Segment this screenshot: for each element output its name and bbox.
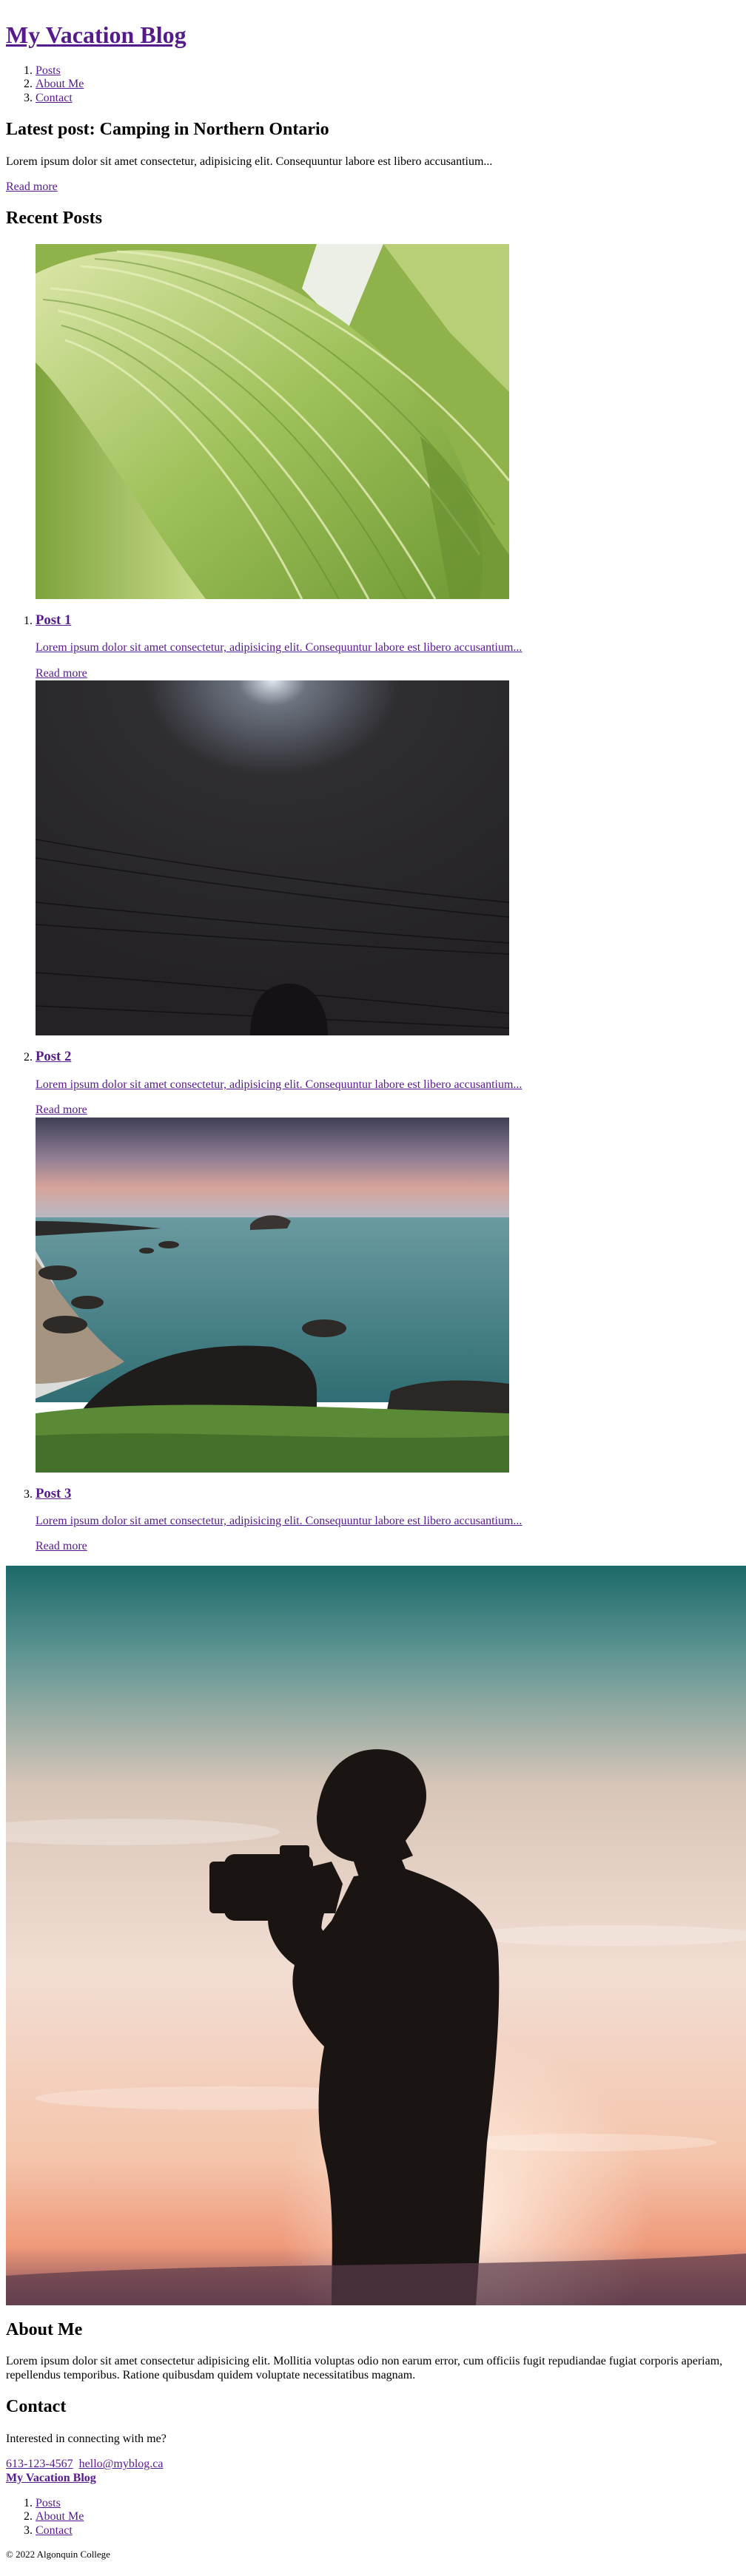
phone-link[interactable]: 613-123-4567 — [6, 2458, 73, 2470]
post-1-excerpt-link[interactable]: Lorem ipsum dolor sit amet consectetur, … — [36, 641, 522, 654]
recent-posts: Recent Posts 1. Post 1 Lorem ipsum dolor… — [6, 209, 740, 1553]
featured-read-more-link[interactable]: Read more — [6, 180, 58, 193]
post-title: Post 3 — [36, 1486, 740, 1502]
footer-nav: Posts About Me Contact — [6, 2497, 740, 2538]
email-link[interactable]: hello@myblog.ca — [79, 2458, 164, 2470]
post-3-image-link[interactable] — [36, 1117, 509, 1473]
post-excerpt: Lorem ipsum dolor sit amet consectetur, … — [36, 1078, 740, 1092]
leaf-photo — [36, 243, 509, 599]
contact-heading: Contact — [6, 2397, 67, 2417]
footer-nav-link-about[interactable]: About Me — [36, 2510, 84, 2523]
post-title: Post 1 — [36, 612, 740, 629]
post-excerpt: Lorem ipsum dolor sit amet consectetur, … — [36, 1515, 740, 1528]
nav-link-contact[interactable]: Contact — [36, 92, 73, 104]
post-2-excerpt-link[interactable]: Lorem ipsum dolor sit amet consectetur, … — [36, 1078, 522, 1091]
post-item: Post 2 Lorem ipsum dolor sit amet consec… — [36, 680, 740, 1117]
contact-prompt: Interested in connecting with me? — [6, 2432, 167, 2445]
footer-nav-item-about: About Me — [36, 2510, 740, 2523]
nav-item-about: About Me — [36, 78, 740, 91]
footer-nav-link-posts[interactable]: Posts — [36, 2497, 61, 2509]
site-header: My Vacation Blog Posts About Me Contact — [6, 21, 740, 105]
footer-nav-item-contact: Contact — [36, 2524, 740, 2538]
post-1-image-link[interactable] — [36, 243, 509, 599]
night-sky-photo — [36, 680, 509, 1036]
footer-site-title-link[interactable]: My Vacation Blog — [6, 2472, 96, 2484]
post-title: Post 2 — [36, 1049, 740, 1065]
site-title: My Vacation Blog — [6, 21, 740, 49]
photographer-silhouette-image — [6, 1565, 746, 2305]
post-1-title-link[interactable]: Post 1 — [36, 612, 71, 628]
about-heading: About Me — [6, 2319, 83, 2339]
post-1-read-more-link[interactable]: Read more — [36, 667, 87, 680]
post-item: Post 1 Lorem ipsum dolor sit amet consec… — [36, 243, 740, 680]
copyright-text: © 2022 Algonquin College — [6, 2549, 110, 2560]
post-3-title-link[interactable]: Post 3 — [36, 1486, 71, 1501]
nav-item-posts: Posts — [36, 64, 740, 78]
nav-link-about[interactable]: About Me — [36, 78, 84, 90]
nav-link-posts[interactable]: Posts — [36, 64, 61, 77]
post-2-title-link[interactable]: Post 2 — [36, 1049, 71, 1064]
post-2-image-link[interactable] — [36, 680, 509, 1036]
contact-section: Contact Interested in connecting with me… — [6, 2397, 740, 2471]
photographer-silhouette-photo — [6, 1565, 746, 2305]
site-footer: My Vacation Blog Posts About Me Contact … — [6, 2472, 740, 2561]
footer-nav-item-posts: Posts — [36, 2497, 740, 2510]
about-section: About Me Lorem ipsum dolor sit amet cons… — [6, 2320, 740, 2382]
post-3-read-more-link[interactable]: Read more — [36, 1540, 87, 1552]
page: My Vacation Blog Posts About Me Contact … — [0, 0, 746, 2576]
main-nav: Posts About Me Contact — [6, 64, 740, 105]
about-text: Lorem ipsum dolor sit amet consectetur a… — [6, 2355, 723, 2381]
coast-photo — [36, 1117, 509, 1473]
post-3-excerpt-link[interactable]: Lorem ipsum dolor sit amet consectetur, … — [36, 1515, 522, 1527]
site-title-link[interactable]: My Vacation Blog — [6, 21, 186, 48]
footer-nav-link-contact[interactable]: Contact — [36, 2524, 73, 2537]
recent-posts-heading: Recent Posts — [6, 209, 102, 229]
post-excerpt: Lorem ipsum dolor sit amet consectetur, … — [36, 641, 740, 655]
featured-post: Latest post: Camping in Northern Ontario… — [6, 120, 740, 194]
featured-excerpt: Lorem ipsum dolor sit amet consectetur, … — [6, 155, 493, 168]
post-item: Post 3 Lorem ipsum dolor sit amet consec… — [36, 1117, 740, 1554]
nav-item-contact: Contact — [36, 92, 740, 105]
contact-links: 613-123-4567 hello@myblog.ca — [6, 2458, 740, 2471]
post-2-read-more-link[interactable]: Read more — [36, 1103, 87, 1116]
footer-site-title: My Vacation Blog — [6, 2471, 96, 2484]
featured-heading: Latest post: Camping in Northern Ontario — [6, 119, 329, 139]
